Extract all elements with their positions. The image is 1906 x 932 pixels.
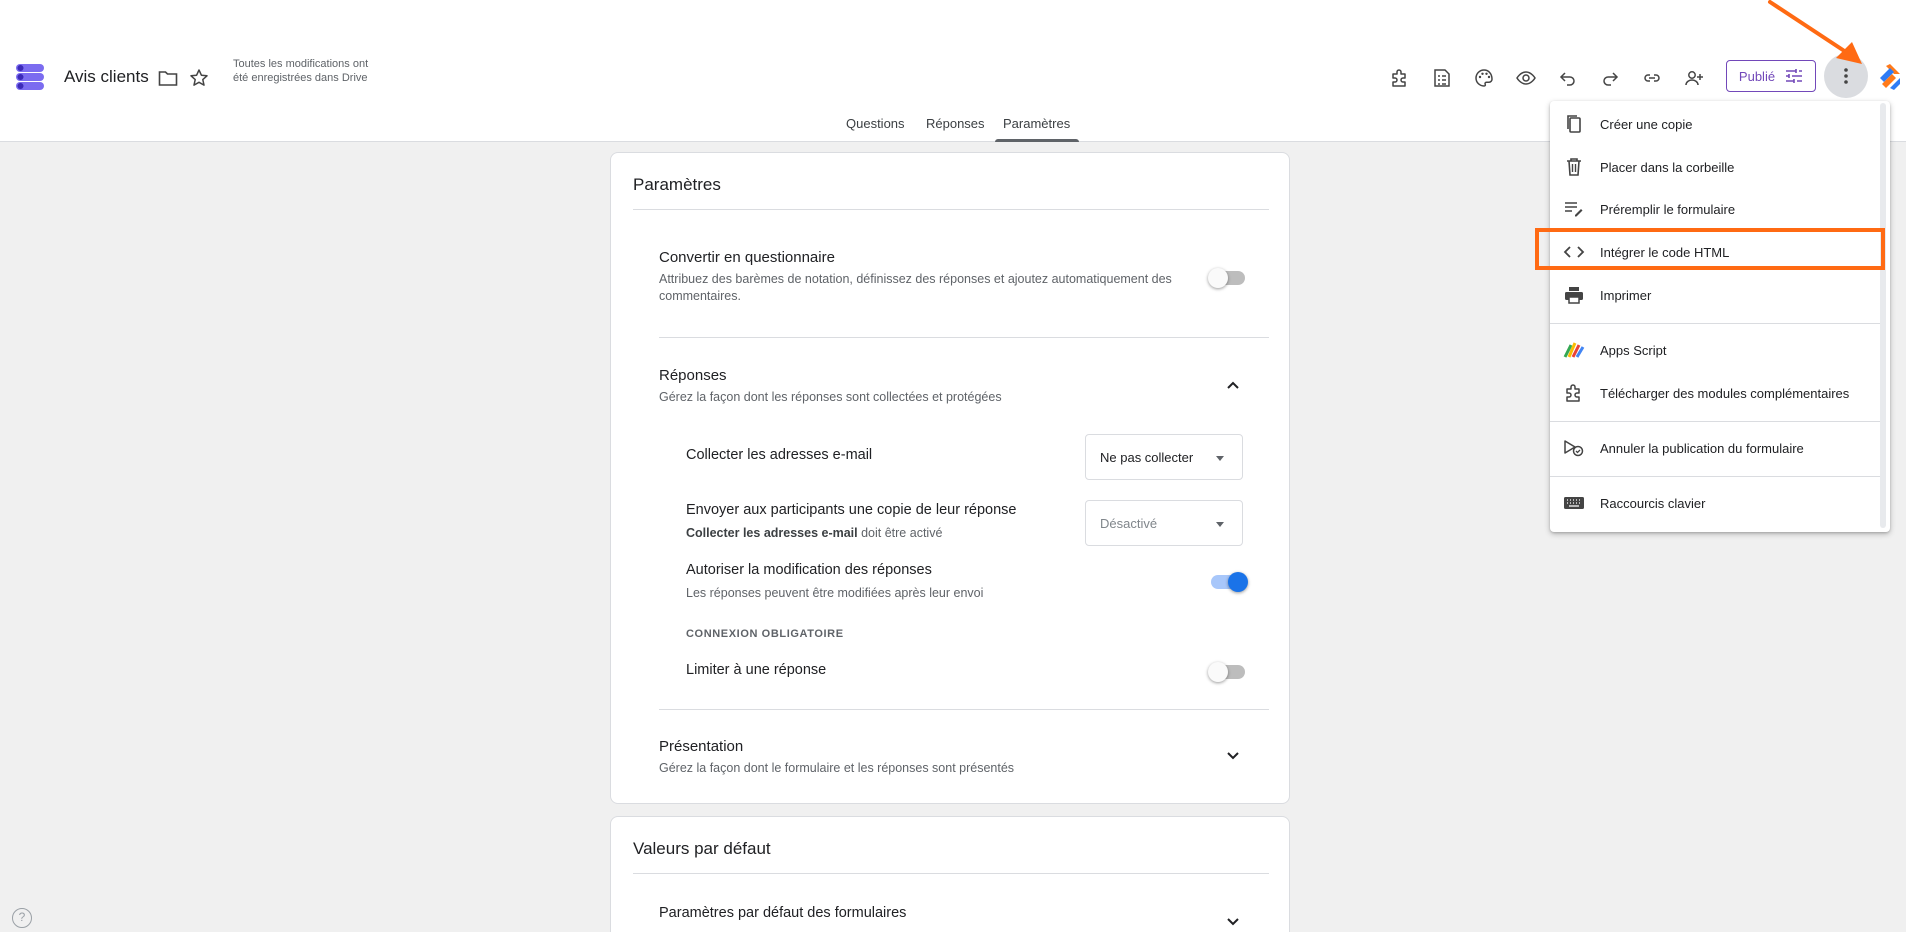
allow-edit-label: Autoriser la modification des réponses [686, 562, 932, 578]
collect-email-value: Ne pas collecter [1100, 450, 1194, 465]
send-copy-value: Désactivé [1100, 516, 1158, 531]
palette-icon[interactable] [1469, 63, 1499, 93]
menu-item-label: Raccourcis clavier [1600, 495, 1706, 511]
undo-icon[interactable] [1553, 63, 1583, 93]
allow-edit-toggle[interactable] [1211, 572, 1248, 592]
publish-label: Publié [1738, 68, 1776, 84]
menu-item-apps-script[interactable]: Apps Script [1550, 330, 1880, 370]
menu-item-label: Créer une copie [1600, 116, 1693, 132]
send-copy-hint-rest: doit être activé [857, 526, 943, 540]
menu-item-keyboard-shortcuts[interactable]: Raccourcis clavier [1550, 483, 1880, 523]
highlight-box [1535, 228, 1885, 270]
menu-item-unpublish[interactable]: Annuler la publication du formulaire [1550, 428, 1880, 468]
redo-icon[interactable] [1595, 63, 1625, 93]
preview-eye-icon[interactable] [1511, 63, 1541, 93]
link-icon[interactable] [1637, 63, 1667, 93]
tab-questions[interactable]: Questions [846, 116, 905, 142]
apps-script-icon [1562, 338, 1586, 362]
limit-one-label: Limiter à une réponse [686, 662, 827, 678]
divider [659, 709, 1269, 710]
help-icon[interactable]: ? [12, 908, 32, 928]
unpublish-icon [1562, 436, 1586, 460]
menu-divider [1550, 323, 1880, 324]
menu-item-label: Apps Script [1600, 342, 1667, 358]
send-copy-hint-bold: Collecter les adresses e-mail [686, 526, 858, 540]
collect-email-select[interactable]: Ne pas collecter [1085, 434, 1243, 480]
quiz-description: Attribuez des barèmes de notation, défin… [659, 272, 1172, 303]
defaults-card: Valeurs par défaut Paramètres par défaut… [610, 816, 1290, 932]
copy-icon [1562, 112, 1586, 136]
save-status: Toutes les modifications ont été enregis… [233, 58, 369, 84]
responses-section-title: Réponses [659, 367, 727, 384]
settings-title: Paramètres [633, 175, 721, 194]
limit-one-toggle[interactable] [1208, 662, 1245, 682]
menu-item-label: Préremplir le formulaire [1600, 201, 1736, 217]
menu-divider [1550, 421, 1880, 422]
addons-puzzle-icon[interactable] [1385, 63, 1415, 93]
dropdown-caret-icon [1216, 522, 1224, 527]
menu-item-make-copy[interactable]: Créer une copie [1550, 104, 1880, 144]
settings-card: Paramètres Convertir en questionnaire At… [610, 152, 1290, 804]
menu-item-get-addons[interactable]: Télécharger des modules complémentaires [1550, 373, 1880, 413]
puzzle-icon [1562, 381, 1586, 405]
menu-item-label: Placer dans la corbeille [1600, 159, 1735, 175]
allow-edit-description: Les réponses peuvent être modifiées aprè… [686, 586, 984, 600]
star-icon[interactable] [187, 66, 211, 90]
menu-item-prefill[interactable]: Préremplir le formulaire [1550, 189, 1880, 229]
menu-item-label: Imprimer [1600, 287, 1652, 303]
menu-item-label: Annuler la publication du formulaire [1600, 440, 1804, 456]
print-icon [1562, 283, 1586, 307]
presentation-title: Présentation [659, 738, 744, 755]
prefill-icon [1562, 197, 1586, 221]
form-defaults-title: Paramètres par défaut des formulaires [659, 905, 907, 921]
dropdown-caret-icon [1216, 456, 1224, 461]
presentation-description: Gérez la façon dont le formulaire et les… [659, 761, 1015, 775]
divider [633, 873, 1269, 874]
trash-icon [1562, 155, 1586, 179]
quiz-toggle[interactable] [1208, 268, 1245, 288]
add-collaborator-icon[interactable] [1679, 63, 1709, 93]
menu-item-trash[interactable]: Placer dans la corbeille [1550, 147, 1880, 187]
menu-divider [1550, 476, 1880, 477]
menu-item-label: Télécharger des modules complémentaires [1600, 385, 1850, 401]
keyboard-icon [1562, 491, 1586, 515]
tab-responses[interactable]: Réponses [926, 116, 985, 142]
collect-email-label: Collecter les adresses e-mail [686, 447, 873, 463]
folder-icon[interactable] [156, 66, 180, 90]
document-title[interactable]: Avis clients [64, 67, 149, 87]
checklist-icon[interactable] [1427, 63, 1457, 93]
expand-chevron-down-icon[interactable] [1221, 743, 1245, 767]
active-tab-indicator [995, 139, 1079, 142]
divider [659, 337, 1269, 338]
menu-scrollbar[interactable] [1880, 103, 1886, 528]
defaults-title: Valeurs par défaut [633, 839, 771, 858]
login-required-label: CONNEXION OBLIGATOIRE [686, 628, 844, 640]
more-options-menu: Créer une copie Placer dans la corbeille… [1550, 101, 1890, 532]
annotation-arrow-icon [1760, 0, 1880, 70]
forms-logo-icon[interactable] [14, 61, 46, 93]
send-copy-label: Envoyer aux participants une copie de le… [686, 502, 1017, 518]
responses-section-description: Gérez la façon dont les réponses sont co… [659, 390, 1002, 404]
quiz-title: Convertir en questionnaire [659, 249, 835, 266]
send-copy-select[interactable]: Désactivé [1085, 500, 1243, 546]
send-copy-hint: Collecter les adresses e-mail doit être … [686, 525, 942, 542]
expand-chevron-down-icon[interactable] [1221, 909, 1245, 932]
collapse-chevron-up-icon[interactable] [1221, 374, 1245, 398]
divider [633, 209, 1269, 210]
menu-item-print[interactable]: Imprimer [1550, 275, 1880, 315]
tune-icon [1785, 68, 1803, 84]
